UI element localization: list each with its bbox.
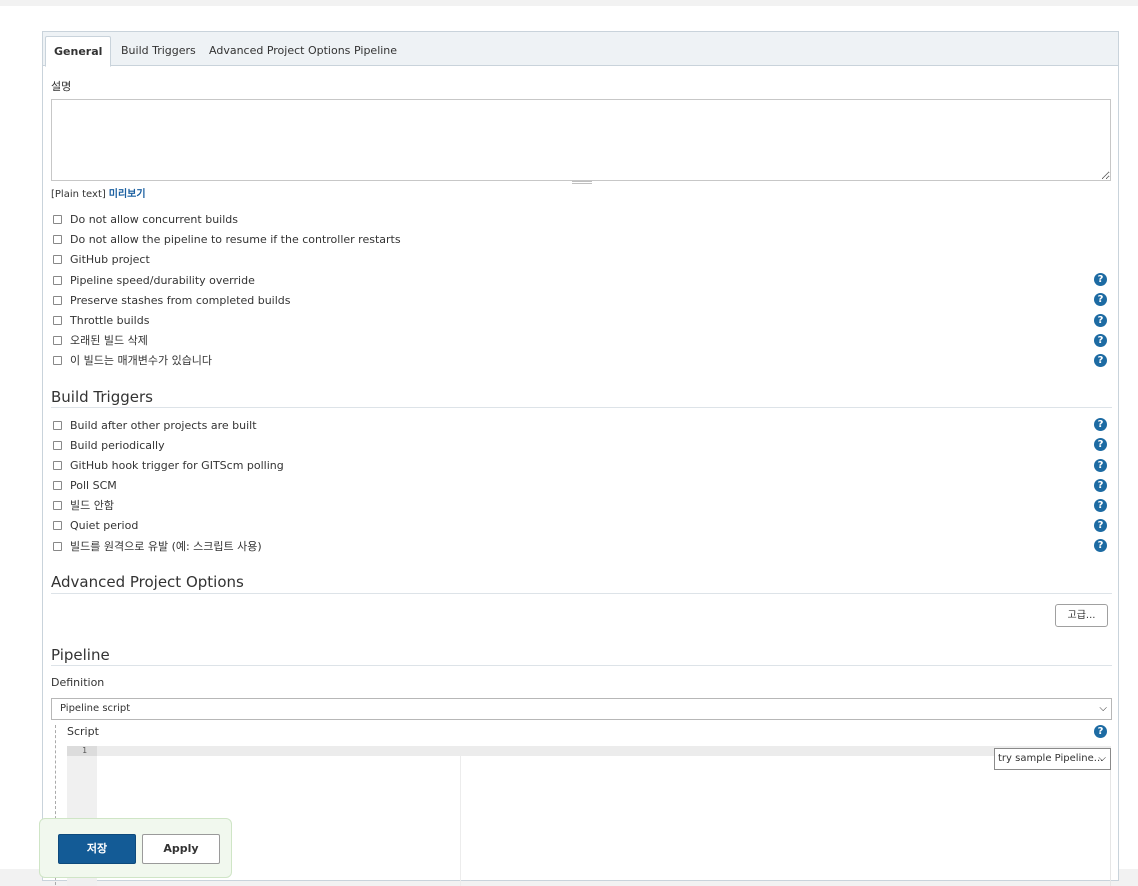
- help-icon[interactable]: ?: [1094, 273, 1107, 286]
- help-icon[interactable]: ?: [1094, 539, 1107, 552]
- checkbox-icon[interactable]: [53, 420, 62, 430]
- description-textarea[interactable]: [51, 99, 1111, 181]
- tab-bar: General Build Triggers Advanced Project …: [43, 32, 1118, 67]
- option-label: Do not allow the pipeline to resume if t…: [70, 232, 401, 246]
- checkbox-icon[interactable]: [53, 541, 62, 551]
- checkbox-icon[interactable]: [53, 275, 62, 285]
- tab-pipeline[interactable]: Pipeline: [346, 36, 405, 66]
- script-label: Script: [67, 725, 99, 738]
- checkbox-icon[interactable]: [53, 295, 62, 305]
- option-row[interactable]: Do not allow the pipeline to resume if t…: [53, 231, 401, 247]
- checkbox-icon[interactable]: [53, 214, 62, 224]
- active-line-highlight: [97, 746, 1111, 756]
- option-row[interactable]: Do not allow concurrent builds: [53, 211, 238, 227]
- trigger-row[interactable]: 빌드를 원격으로 유발 (예: 스크립트 사용): [53, 538, 262, 554]
- form-action-bar: 저장 Apply: [39, 818, 232, 878]
- definition-label: Definition: [51, 676, 105, 689]
- chevron-down-icon: ⌵: [1098, 753, 1106, 764]
- tab-advanced-project-options[interactable]: Advanced Project Options: [201, 36, 358, 66]
- help-icon[interactable]: ?: [1094, 479, 1107, 492]
- help-icon[interactable]: ?: [1094, 499, 1107, 512]
- tab-build-triggers[interactable]: Build Triggers: [113, 36, 204, 66]
- checkbox-icon[interactable]: [53, 355, 62, 365]
- trigger-label: Poll SCM: [70, 478, 117, 492]
- trigger-row[interactable]: GitHub hook trigger for GITScm polling: [53, 457, 284, 473]
- chevron-down-icon: ⌵: [1099, 703, 1107, 714]
- trigger-row[interactable]: Build periodically: [53, 437, 165, 453]
- apply-button[interactable]: Apply: [142, 834, 220, 864]
- trigger-row[interactable]: Quiet period: [53, 517, 138, 533]
- checkbox-icon[interactable]: [53, 440, 62, 450]
- help-icon[interactable]: ?: [1094, 418, 1107, 431]
- trigger-label: 빌드 안함: [70, 499, 114, 512]
- option-label: 이 빌드는 매개변수가 있습니다: [70, 354, 213, 367]
- advanced-button[interactable]: 고급...: [1055, 604, 1108, 627]
- job-config-panel: General Build Triggers Advanced Project …: [42, 31, 1119, 886]
- checkbox-icon[interactable]: [53, 460, 62, 470]
- description-label: 설명: [51, 80, 72, 93]
- trigger-label: Build periodically: [70, 438, 165, 452]
- section-divider: [51, 593, 1112, 594]
- section-divider: [51, 407, 1112, 408]
- save-button[interactable]: 저장: [58, 834, 136, 864]
- trigger-row[interactable]: Poll SCM: [53, 477, 117, 493]
- option-row[interactable]: 오래된 빌드 삭제: [53, 332, 148, 348]
- checkbox-icon[interactable]: [53, 234, 62, 244]
- help-icon[interactable]: ?: [1094, 459, 1107, 472]
- option-label: Pipeline speed/durability override: [70, 273, 255, 287]
- checkbox-icon[interactable]: [53, 254, 62, 264]
- definition-select-value: Pipeline script: [60, 703, 131, 714]
- trigger-label: Quiet period: [70, 518, 139, 532]
- help-icon[interactable]: ?: [1094, 314, 1107, 327]
- build-triggers-heading: Build Triggers: [51, 388, 153, 406]
- advanced-options-heading: Advanced Project Options: [51, 573, 244, 591]
- help-icon[interactable]: ?: [1094, 725, 1107, 738]
- plain-text-label: [Plain text]: [51, 189, 106, 200]
- help-icon[interactable]: ?: [1094, 519, 1107, 532]
- section-divider: [51, 665, 1112, 666]
- textarea-resize-grip[interactable]: [572, 181, 592, 184]
- help-icon[interactable]: ?: [1094, 293, 1107, 306]
- trigger-label: 빌드를 원격으로 유발 (예: 스크립트 사용): [70, 540, 262, 553]
- line-number: 1: [67, 746, 97, 756]
- option-row[interactable]: Pipeline speed/durability override: [53, 272, 255, 288]
- trigger-label: Build after other projects are built: [70, 418, 257, 432]
- tab-general[interactable]: General: [45, 36, 112, 67]
- help-icon[interactable]: ?: [1094, 438, 1107, 451]
- preview-link[interactable]: 미리보기: [109, 189, 146, 200]
- pipeline-heading: Pipeline: [51, 646, 110, 664]
- checkbox-icon[interactable]: [53, 520, 62, 530]
- option-label: Throttle builds: [70, 313, 150, 327]
- option-label: Do not allow concurrent builds: [70, 212, 238, 226]
- help-icon[interactable]: ?: [1094, 354, 1107, 367]
- option-row[interactable]: 이 빌드는 매개변수가 있습니다: [53, 352, 212, 368]
- trigger-label: GitHub hook trigger for GITScm polling: [70, 458, 284, 472]
- checkbox-icon[interactable]: [53, 335, 62, 345]
- definition-select[interactable]: Pipeline script ⌵: [51, 698, 1112, 720]
- checkbox-icon[interactable]: [53, 315, 62, 325]
- markup-format-info: [Plain text] 미리보기: [51, 185, 146, 200]
- sample-pipeline-select[interactable]: try sample Pipeline... ⌵: [994, 748, 1111, 770]
- trigger-row[interactable]: Build after other projects are built: [53, 417, 257, 433]
- option-row[interactable]: Preserve stashes from completed builds: [53, 292, 291, 308]
- help-icon[interactable]: ?: [1094, 334, 1107, 347]
- checkbox-icon[interactable]: [53, 500, 62, 510]
- trigger-row[interactable]: 빌드 안함: [53, 497, 114, 513]
- option-row[interactable]: GitHub project: [53, 251, 150, 267]
- option-label: Preserve stashes from completed builds: [70, 293, 291, 307]
- option-label: GitHub project: [70, 252, 150, 266]
- option-row[interactable]: Throttle builds: [53, 312, 149, 328]
- option-label: 오래된 빌드 삭제: [70, 334, 148, 347]
- checkbox-icon[interactable]: [53, 480, 62, 490]
- sample-select-value: try sample Pipeline...: [998, 753, 1104, 764]
- print-margin: [460, 756, 461, 886]
